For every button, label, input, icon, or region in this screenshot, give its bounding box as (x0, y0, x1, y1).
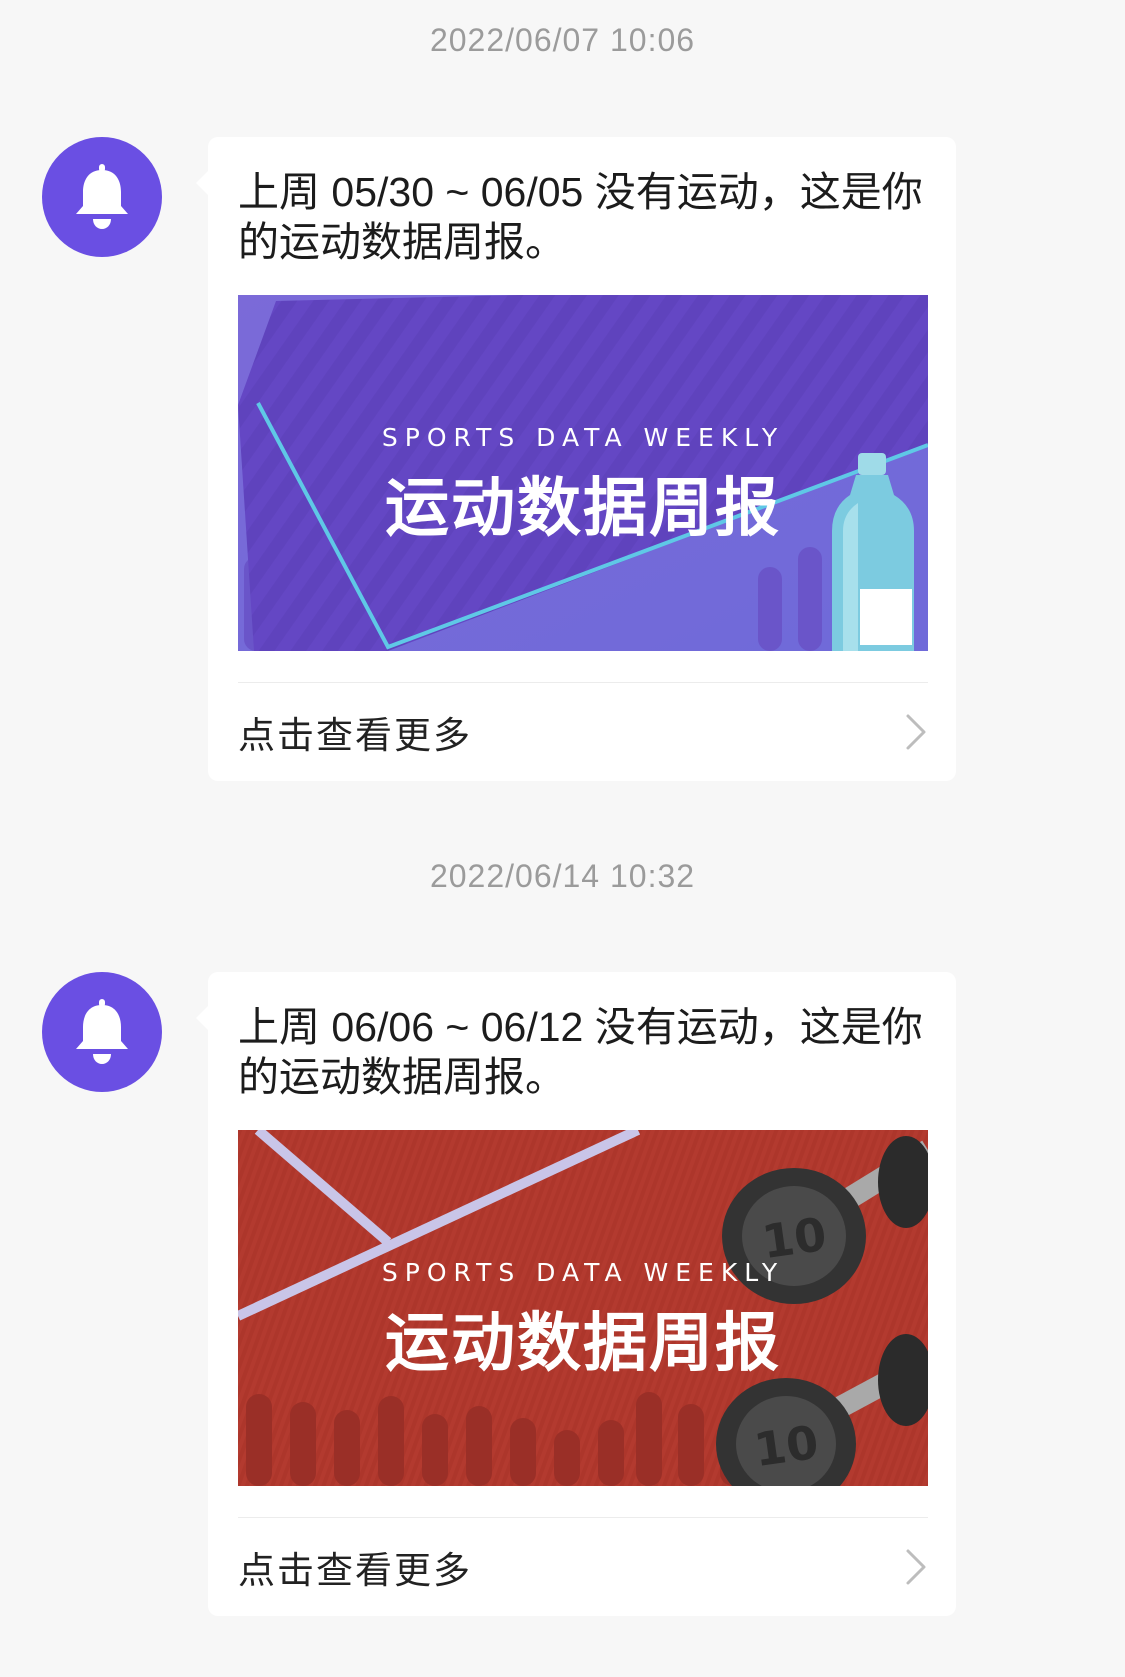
message-timestamp: 2022/06/14 10:32 (429, 858, 696, 894)
message-text: 上周 05/30 ~ 06/05 没有运动，这是你的运动数据周报。 (238, 169, 923, 265)
view-more-button[interactable]: 点击查看更多 (238, 1518, 928, 1616)
bell-icon (71, 997, 133, 1067)
message-timestamp: 2022/06/07 10:06 (429, 22, 696, 58)
message-text: 上周 06/06 ~ 06/12 没有运动，这是你的运动数据周报。 (238, 1004, 923, 1100)
chevron-right-icon (904, 1547, 928, 1587)
view-more-button[interactable]: 点击查看更多 (238, 683, 928, 781)
avatar[interactable] (42, 972, 162, 1092)
weekly-report-banner[interactable]: 10 10 SPORTS DATA WEEKLY 运动数据周报 (238, 1130, 928, 1486)
banner-subtitle: SPORTS DATA WEEKLY (381, 1258, 785, 1287)
chevron-right-icon (904, 712, 928, 752)
avatar[interactable] (42, 137, 162, 257)
weekly-report-banner[interactable]: SPORTS DATA WEEKLY 运动数据周报 (238, 295, 928, 651)
message-card: 上周 06/06 ~ 06/12 没有运动，这是你的运动数据周报。 10 10 … (196, 972, 956, 1616)
message-card: 上周 05/30 ~ 06/05 没有运动，这是你的运动数据周报。 SPORTS… (196, 137, 956, 781)
view-more-label: 点击查看更多 (238, 715, 472, 756)
banner-subtitle: SPORTS DATA WEEKLY (381, 423, 785, 452)
bell-icon (71, 162, 133, 232)
banner-title: 运动数据周报 (385, 472, 781, 544)
svg-text:10: 10 (751, 1415, 822, 1477)
view-more-label: 点击查看更多 (238, 1550, 472, 1591)
banner-title: 运动数据周报 (385, 1307, 781, 1379)
